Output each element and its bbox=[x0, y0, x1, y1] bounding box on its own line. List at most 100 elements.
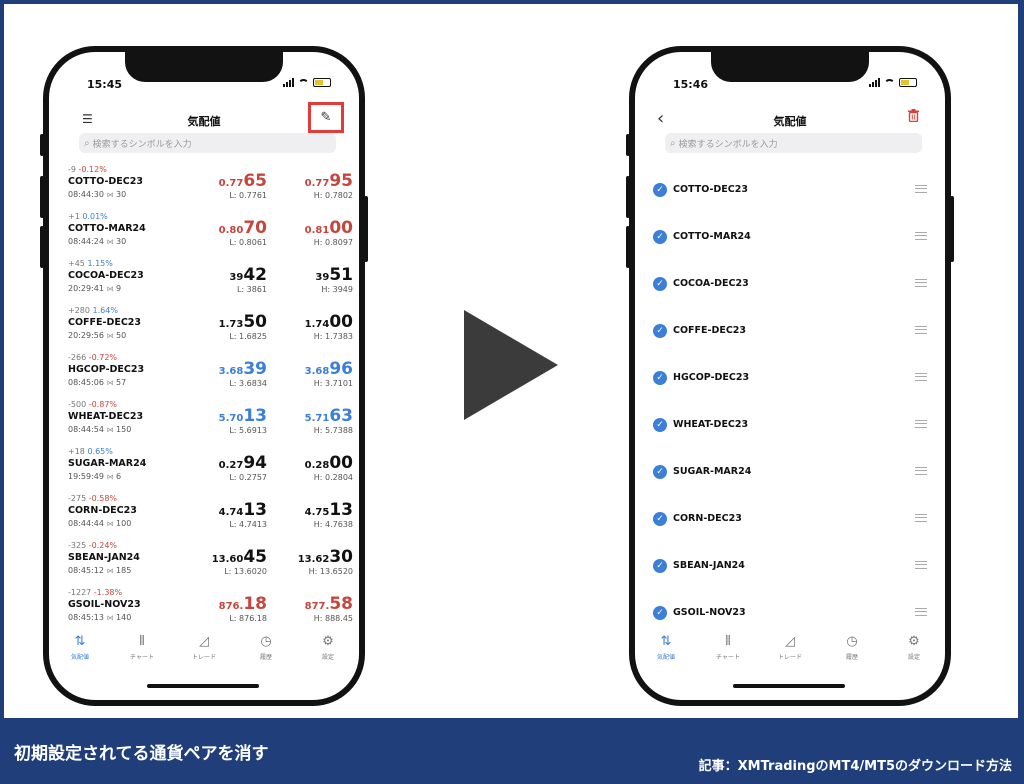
tab-4[interactable]: ◷ 履歴 bbox=[821, 634, 883, 661]
bid-prefix: 39 bbox=[229, 272, 244, 283]
quote-row[interactable]: -1227 -1.38% GSOIL-NOV23 08:45:13 ⋈ 140 876… bbox=[49, 588, 359, 635]
bid-price: 0.8070 bbox=[219, 218, 267, 238]
ask-big: 51 bbox=[329, 265, 353, 285]
tab-1[interactable]: ⇅ 気配値 bbox=[635, 634, 697, 661]
tab-2[interactable]: ⫴ チャート bbox=[697, 634, 759, 661]
signal-icon bbox=[283, 78, 294, 87]
quote-spread: 140 bbox=[116, 613, 132, 622]
tab-1[interactable]: ⇅ 気配値 bbox=[49, 634, 111, 661]
drag-handle-icon[interactable] bbox=[915, 373, 927, 381]
symbol-name: COFFE-DEC23 bbox=[673, 325, 747, 336]
quote-symbol: CORN-DEC23 bbox=[68, 505, 137, 516]
tab-3[interactable]: ◿ トレード bbox=[759, 634, 821, 661]
drag-handle-icon[interactable] bbox=[915, 561, 927, 569]
change-points: -275 bbox=[68, 494, 87, 503]
symbol-row[interactable]: ✓ SUGAR-MAR24 bbox=[635, 456, 945, 503]
symbol-row[interactable]: ✓ HGCOP-DEC23 bbox=[635, 362, 945, 409]
high-price: H: 13.6520 bbox=[308, 567, 353, 576]
drag-handle-icon[interactable] bbox=[915, 420, 927, 428]
tab-label: 設定 bbox=[907, 654, 920, 661]
bid-price: 0.7765 bbox=[219, 171, 267, 191]
checkmark-icon[interactable]: ✓ bbox=[653, 371, 667, 385]
drag-handle-icon[interactable] bbox=[915, 232, 927, 240]
tab-5[interactable]: ⚙ 設定 bbox=[883, 634, 945, 661]
checkmark-icon[interactable]: ✓ bbox=[653, 324, 667, 338]
drag-handle-icon[interactable] bbox=[915, 279, 927, 287]
quote-change: -325 -0.24% bbox=[68, 541, 117, 550]
checkmark-icon[interactable]: ✓ bbox=[653, 183, 667, 197]
edit-button[interactable]: ✎ bbox=[308, 102, 344, 133]
tab-bar: ⇅ 気配値 ⫴ チャート ◿ トレード ◷ 履歴 ⚙ 設定 bbox=[635, 634, 945, 661]
change-percent: 0.01% bbox=[82, 212, 108, 221]
candlestick-icon: ⫴ bbox=[725, 634, 731, 649]
battery-icon bbox=[313, 78, 331, 87]
checkmark-icon[interactable]: ✓ bbox=[653, 418, 667, 432]
checkmark-icon[interactable]: ✓ bbox=[653, 277, 667, 291]
tab-2[interactable]: ⫴ チャート bbox=[111, 634, 173, 661]
ask-big: 63 bbox=[329, 406, 353, 426]
tab-4[interactable]: ◷ 履歴 bbox=[235, 634, 297, 661]
drag-handle-icon[interactable] bbox=[915, 185, 927, 193]
quote-row[interactable]: -9 -0.12% COTTO-DEC23 08:44:30 ⋈ 30 0.7765 0… bbox=[49, 165, 359, 212]
checkmark-icon[interactable]: ✓ bbox=[653, 606, 667, 620]
ask-prefix: 0.28 bbox=[304, 460, 330, 471]
spread-icon: ⋈ bbox=[106, 379, 114, 387]
quote-row[interactable]: -266 -0.72% HGCOP-DEC23 08:45:06 ⋈ 57 3.683… bbox=[49, 353, 359, 400]
quote-symbol: GSOIL-NOV23 bbox=[68, 599, 141, 610]
ask-big: 13 bbox=[329, 500, 353, 520]
quote-time: 19:59:49 ⋈ 6 bbox=[68, 472, 121, 481]
quote-spread: 30 bbox=[116, 190, 127, 199]
change-points: -1227 bbox=[68, 588, 92, 597]
tab-bar: ⇅ 気配値 ⫴ チャート ◿ トレード ◷ 履歴 ⚙ 設定 bbox=[49, 634, 359, 661]
symbol-row[interactable]: ✓ COCOA-DEC23 bbox=[635, 268, 945, 315]
symbol-row[interactable]: ✓ SBEAN-JAN24 bbox=[635, 550, 945, 597]
quote-row[interactable]: -275 -0.58% CORN-DEC23 08:44:44 ⋈ 100 4.741… bbox=[49, 494, 359, 541]
caption: 初期設定されてる通貨ペアを消す bbox=[14, 744, 269, 764]
search-input[interactable]: ⌕ 検索するシンボルを入力 bbox=[665, 133, 922, 153]
bid-big: 13 bbox=[243, 500, 267, 520]
checkmark-icon[interactable]: ✓ bbox=[653, 230, 667, 244]
signal-icon bbox=[869, 78, 880, 87]
checkmark-icon[interactable]: ✓ bbox=[653, 465, 667, 479]
search-input[interactable]: ⌕ 検索するシンボルを入力 bbox=[79, 133, 336, 153]
quote-timestamp: 08:45:06 bbox=[68, 378, 104, 387]
trade-chart-icon: ◿ bbox=[785, 634, 795, 649]
bid-prefix: 0.27 bbox=[218, 460, 244, 471]
quote-row[interactable]: -325 -0.24% SBEAN-JAN24 08:45:12 ⋈ 185 13.6… bbox=[49, 541, 359, 588]
quote-row[interactable]: -500 -0.87% WHEAT-DEC23 08:44:54 ⋈ 150 5.70… bbox=[49, 400, 359, 447]
quote-spread: 185 bbox=[116, 566, 132, 575]
drag-handle-icon[interactable] bbox=[915, 467, 927, 475]
quote-change: -1227 -1.38% bbox=[68, 588, 122, 597]
quote-row[interactable]: +1 0.01% COTTO-MAR24 08:44:24 ⋈ 30 0.8070 0.… bbox=[49, 212, 359, 259]
trash-icon[interactable] bbox=[908, 109, 919, 122]
checkmark-icon[interactable]: ✓ bbox=[653, 512, 667, 526]
tab-3[interactable]: ◿ トレード bbox=[173, 634, 235, 661]
home-indicator bbox=[147, 684, 259, 688]
article-link[interactable]: 記事：XMTradingのMT4/MT5のダウンロード方法 bbox=[699, 755, 1012, 774]
symbol-row[interactable]: ✓ CORN-DEC23 bbox=[635, 503, 945, 550]
quote-symbol: COCOA-DEC23 bbox=[68, 270, 144, 281]
bid-price: 876.18 bbox=[219, 594, 267, 614]
change-points: -500 bbox=[68, 400, 87, 409]
drag-handle-icon[interactable] bbox=[915, 514, 927, 522]
status-time: 15:46 bbox=[673, 78, 709, 91]
symbol-row[interactable]: ✓ COFFE-DEC23 bbox=[635, 315, 945, 362]
spread-icon: ⋈ bbox=[106, 238, 114, 246]
symbol-row[interactable]: ✓ COTTO-DEC23 bbox=[635, 174, 945, 221]
notch bbox=[711, 52, 869, 82]
drag-handle-icon[interactable] bbox=[915, 608, 927, 616]
symbol-name: GSOIL-NOV23 bbox=[673, 607, 746, 618]
change-percent: -0.12% bbox=[78, 165, 107, 174]
quote-row[interactable]: +280 1.64% COFFE-DEC23 20:29:56 ⋈ 50 1.7350… bbox=[49, 306, 359, 353]
tab-5[interactable]: ⚙ 設定 bbox=[297, 634, 359, 661]
checkmark-icon[interactable]: ✓ bbox=[653, 559, 667, 573]
symbol-row[interactable]: ✓ WHEAT-DEC23 bbox=[635, 409, 945, 456]
quote-row[interactable]: +18 0.65% SUGAR-MAR24 19:59:49 ⋈ 6 0.2794 0.… bbox=[49, 447, 359, 494]
bid-prefix: 13.60 bbox=[211, 554, 244, 565]
quote-row[interactable]: +45 1.15% COCOA-DEC23 20:29:41 ⋈ 9 3942 3951… bbox=[49, 259, 359, 306]
drag-handle-icon[interactable] bbox=[915, 326, 927, 334]
symbol-row[interactable]: ✓ COTTO-MAR24 bbox=[635, 221, 945, 268]
change-points: -325 bbox=[68, 541, 87, 550]
trade-chart-icon: ◿ bbox=[199, 634, 209, 649]
phone-volume-down-button bbox=[40, 226, 44, 268]
